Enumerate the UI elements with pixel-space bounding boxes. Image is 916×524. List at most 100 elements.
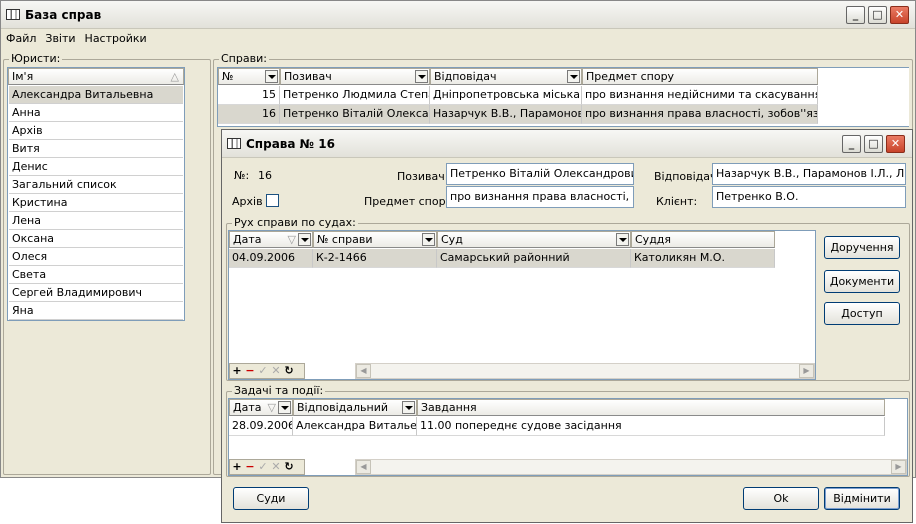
- sort-triangle-icon: ▽: [267, 401, 276, 414]
- plaintiff-field[interactable]: Петренко Віталій Олександрович: [446, 163, 634, 185]
- list-item[interactable]: Витя: [9, 140, 183, 158]
- access-button[interactable]: Доступ: [824, 302, 900, 325]
- cancel-edit-icon[interactable]: ✕: [270, 364, 282, 378]
- cases-col-plaintiff[interactable]: Позивач: [280, 68, 430, 85]
- minimize-icon[interactable]: _: [846, 6, 865, 24]
- assignments-button[interactable]: Доручення: [824, 236, 900, 259]
- add-icon[interactable]: +: [231, 364, 243, 378]
- table-cell[interactable]: 16: [218, 105, 280, 124]
- list-item[interactable]: Денис: [9, 158, 183, 176]
- table-cell[interactable]: про визнання недійсними та скасування рі…: [582, 86, 818, 105]
- plaintiff-label: Позивач:: [397, 170, 449, 183]
- subject-field[interactable]: про визнання права власності, зобов'язан…: [446, 186, 634, 208]
- movement-col-court[interactable]: Суд: [437, 231, 631, 248]
- table-cell[interactable]: Петренко Людмила Степанівна: [280, 86, 430, 105]
- movement-col-date[interactable]: Дата ▽: [229, 231, 313, 248]
- table-cell[interactable]: Петренко Віталій Олександрович: [280, 105, 430, 124]
- scroll-left-icon[interactable]: ◀: [356, 364, 371, 378]
- cancel-button[interactable]: Відмінити: [824, 487, 900, 510]
- table-cell[interactable]: про визнання права власності, зобов''яза…: [582, 105, 818, 124]
- movement-col-caseno[interactable]: № справи: [313, 231, 437, 248]
- lawyers-list[interactable]: Ім'я △ Александра Витальевна Анна Архів Вит…: [7, 67, 185, 321]
- tasks-hscroll[interactable]: ◀ ▶: [355, 459, 907, 475]
- defendant-field[interactable]: Назарчук В.В., Парамонов І.Л., Ляхів: [712, 163, 906, 185]
- ok-button[interactable]: Ok: [743, 487, 819, 510]
- movement-navigator: + − ✓ ✕ ↻: [229, 363, 305, 379]
- add-icon[interactable]: +: [231, 460, 243, 474]
- tasks-grid[interactable]: Дата ▽ Відповідальний Завдання 28.09.2006…: [228, 398, 908, 476]
- archive-checkbox[interactable]: [266, 194, 279, 207]
- list-item[interactable]: Архів: [9, 122, 183, 140]
- menu-file[interactable]: Файл: [1, 29, 40, 45]
- movement-hscroll[interactable]: ◀ ▶: [355, 363, 815, 379]
- cases-grid[interactable]: № Позивач Відповідач Предмет спору 15 Пет…: [217, 67, 909, 127]
- tasks-group-label: Задачі та події:: [232, 384, 326, 398]
- refresh-icon[interactable]: ↻: [283, 460, 295, 474]
- documents-button[interactable]: Документи: [824, 270, 900, 293]
- table-cell[interactable]: Александра Витальевна: [293, 417, 417, 436]
- movement-group-label: Рух справи по судах:: [232, 216, 358, 230]
- close-icon[interactable]: ✕: [886, 135, 905, 153]
- list-item[interactable]: Загальний список: [9, 176, 183, 194]
- list-item[interactable]: Анна: [9, 104, 183, 122]
- scroll-right-icon[interactable]: ▶: [891, 460, 906, 474]
- cases-col-subject[interactable]: Предмет спору: [582, 68, 818, 85]
- table-cell[interactable]: Самарський районний: [437, 249, 631, 268]
- chevron-down-icon[interactable]: [616, 233, 629, 246]
- tasks-col-responsible[interactable]: Відповідальний: [293, 399, 417, 416]
- cases-col-defendant[interactable]: Відповідач: [430, 68, 582, 85]
- list-item[interactable]: Александра Витальевна: [9, 86, 183, 104]
- post-icon[interactable]: ✓: [257, 364, 269, 378]
- chevron-down-icon[interactable]: [265, 70, 278, 83]
- maximize-icon[interactable]: □: [868, 6, 887, 24]
- chevron-down-icon[interactable]: [402, 401, 415, 414]
- tasks-navigator: + − ✓ ✕ ↻: [229, 459, 305, 475]
- client-field[interactable]: Петренко В.О.: [712, 186, 906, 208]
- delete-icon[interactable]: −: [244, 460, 256, 474]
- table-cell[interactable]: 11.00 попереднє судове засідання: [417, 417, 885, 436]
- table-cell[interactable]: К-2-1466: [313, 249, 437, 268]
- list-item[interactable]: Олеся: [9, 248, 183, 266]
- list-item[interactable]: Яна: [9, 302, 183, 320]
- table-cell[interactable]: 15: [218, 86, 280, 105]
- table-cell[interactable]: 04.09.2006: [229, 249, 313, 268]
- list-item[interactable]: Сергей Владимирович: [9, 284, 183, 302]
- maximize-icon[interactable]: □: [864, 135, 883, 153]
- sort-triangle-icon: △: [170, 70, 179, 83]
- scroll-right-icon[interactable]: ▶: [799, 364, 814, 378]
- movement-col-judge[interactable]: Суддя: [631, 231, 775, 248]
- list-item[interactable]: Лена: [9, 212, 183, 230]
- main-titlebar[interactable]: База справ _ □ ✕: [1, 1, 915, 29]
- sort-triangle-icon: ▽: [287, 233, 296, 246]
- menu-settings[interactable]: Настройки: [80, 29, 151, 45]
- post-icon[interactable]: ✓: [257, 460, 269, 474]
- database-icon: [227, 138, 241, 149]
- scroll-left-icon[interactable]: ◀: [356, 460, 371, 474]
- refresh-icon[interactable]: ↻: [283, 364, 295, 378]
- courts-button[interactable]: Суди: [233, 487, 309, 510]
- cases-col-no[interactable]: №: [218, 68, 280, 85]
- movement-grid[interactable]: Дата ▽ № справи Суд Суддя 04.09.2006 К-2-1…: [228, 230, 816, 380]
- table-cell[interactable]: Дніпропетровська міська рада: [430, 86, 582, 105]
- tasks-col-task[interactable]: Завдання: [417, 399, 885, 416]
- chevron-down-icon[interactable]: [567, 70, 580, 83]
- lawyers-name-header[interactable]: Ім'я △: [8, 68, 184, 85]
- tasks-col-date[interactable]: Дата ▽: [229, 399, 293, 416]
- chevron-down-icon[interactable]: [278, 401, 291, 414]
- list-item[interactable]: Кристина: [9, 194, 183, 212]
- chevron-down-icon[interactable]: [298, 233, 311, 246]
- chevron-down-icon[interactable]: [422, 233, 435, 246]
- delete-icon[interactable]: −: [244, 364, 256, 378]
- chevron-down-icon[interactable]: [415, 70, 428, 83]
- table-cell[interactable]: Католикян М.О.: [631, 249, 775, 268]
- close-icon[interactable]: ✕: [890, 6, 909, 24]
- minimize-icon[interactable]: _: [842, 135, 861, 153]
- defendant-label: Відповідач:: [654, 170, 721, 183]
- case-titlebar[interactable]: Справа № 16 _ □ ✕: [222, 130, 912, 158]
- table-cell[interactable]: Назарчук В.В., Парамонов І.Л.: [430, 105, 582, 124]
- list-item[interactable]: Света: [9, 266, 183, 284]
- list-item[interactable]: Оксана: [9, 230, 183, 248]
- cancel-edit-icon[interactable]: ✕: [270, 460, 282, 474]
- menu-reports[interactable]: Звіти: [40, 29, 79, 45]
- table-cell[interactable]: 28.09.2006: [229, 417, 293, 436]
